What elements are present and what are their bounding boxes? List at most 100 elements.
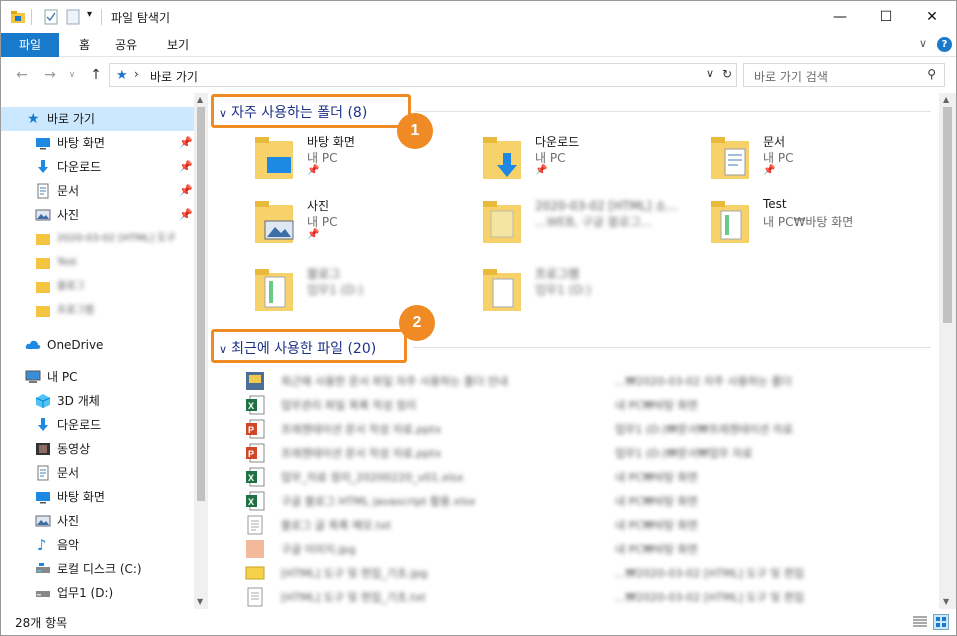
file-name: [HTML] 도구 및 편집_기초.jpg (281, 567, 428, 580)
nav-item-desktop[interactable]: 바탕 화면 📌 (1, 131, 194, 155)
tab-view[interactable]: 보기 (151, 33, 205, 57)
tab-share[interactable]: 공유 (99, 33, 153, 57)
nav-scrollbar-thumb[interactable] (197, 107, 205, 501)
collapse-chevron-icon[interactable]: ∨ (219, 107, 227, 120)
pin-icon[interactable]: 📌 (307, 165, 319, 176)
forward-button[interactable]: → (39, 65, 61, 85)
chevron-right-icon[interactable]: › (134, 67, 139, 81)
nav-item-recent-folder[interactable]: 프로그램 (1, 299, 194, 323)
nav-item-downloads[interactable]: 다운로드 📌 (1, 155, 194, 179)
recent-file-row[interactable]: X 구글 블로그 HTML javascript 활용.xlsx 내 PC₩바탕… (245, 489, 935, 513)
search-placeholder[interactable]: 바로 가기 검색 (754, 68, 828, 85)
nav-item-drive-d[interactable]: 업무1 (D:) (1, 581, 194, 605)
nav-item-videos[interactable]: 동영상 (1, 437, 194, 461)
properties-icon[interactable] (43, 9, 59, 25)
folder-tile[interactable]: 바탕 화면 내 PC 📌 (255, 133, 475, 193)
nav-item-music[interactable]: ♪ 음악 (1, 533, 194, 557)
recent-file-row[interactable]: P 프레젠테이션 문서 작성 자료.pptx 업무1 (D:)₩문서₩업무 자료 (245, 441, 935, 465)
folder-tile[interactable]: 2020-03-02 [HTML] 소... ...WEB, 구글 블로그... (483, 197, 703, 257)
recent-file-row[interactable]: 구글 이미지.jpg 내 PC₩바탕 화면 (245, 537, 935, 561)
nav-label: 로컬 디스크 (C:) (57, 562, 142, 576)
pin-icon[interactable]: 📌 (179, 155, 193, 179)
file-name: 최근에 사용한 문서 파일 자주 사용하는 폴더 안내 (281, 375, 508, 388)
up-button[interactable]: ↑ (85, 65, 107, 85)
recent-file-row[interactable]: 블로그 글 목록 메모.txt 내 PC₩바탕 화면 (245, 513, 935, 537)
folder-name: 다운로드 (535, 135, 580, 149)
collapse-chevron-icon[interactable]: ∨ (219, 343, 227, 356)
nav-item-this-pc[interactable]: 내 PC (1, 365, 194, 389)
large-icons-view-icon[interactable] (933, 614, 949, 630)
folder-icon (36, 258, 50, 269)
group-header-frequent[interactable]: ∨ 자주 사용하는 폴더 (8) (219, 102, 367, 122)
svg-text:X: X (248, 497, 254, 507)
nav-item-recent-folder[interactable]: 2020-03-02 [HTML] 도구 (1, 227, 194, 251)
nav-item-desktop-pc[interactable]: 바탕 화면 (1, 485, 194, 509)
pin-icon[interactable]: 📌 (179, 131, 193, 155)
excel-file-icon: X (246, 467, 265, 487)
recent-file-row[interactable]: [HTML] 도구 및 편집_기초.txt ...₩2020-03-02 [HT… (245, 585, 935, 609)
recent-file-row[interactable]: X 업무_자료 정리_20200220_v01.xlsx 내 PC₩바탕 화면 (245, 465, 935, 489)
folder-tile[interactable]: 사진 내 PC 📌 (255, 197, 475, 257)
maximize-button[interactable]: ☐ (863, 1, 909, 32)
nav-item-pictures-pc[interactable]: 사진 (1, 509, 194, 533)
quick-access-toolbar-dropdown-icon[interactable]: ▾ (87, 9, 92, 20)
group-title: 최근에 사용한 파일 (20) (231, 341, 377, 357)
scroll-down-icon[interactable]: ▼ (197, 597, 203, 606)
pin-icon[interactable]: 📌 (535, 165, 547, 176)
scroll-down-icon[interactable]: ▼ (943, 597, 949, 606)
recent-file-row[interactable]: [HTML] 도구 및 편집_기초.jpg ...₩2020-03-02 [HT… (245, 561, 935, 585)
folder-location: 업무1 (D:) (535, 283, 592, 297)
close-button[interactable]: ✕ (909, 1, 955, 32)
address-row: ← → ∨ ↑ ★ › 바로 가기 ∨ ↻ 바로 가기 검색 ⚲ (1, 57, 956, 93)
expand-ribbon-icon[interactable]: ∨ (919, 37, 927, 50)
recent-file-row[interactable]: P 프레젠테이션 문서 작성 자료.pptx 업무1 (D:)₩문서₩프레젠테이… (245, 417, 935, 441)
nav-item-onedrive[interactable]: OneDrive (1, 333, 194, 357)
minimize-button[interactable]: — (817, 1, 863, 32)
help-icon[interactable]: ? (937, 37, 952, 52)
pin-icon[interactable]: 📌 (763, 165, 775, 176)
folder-tile[interactable]: 블로그 업무1 (D:) (255, 265, 475, 325)
scroll-up-icon[interactable]: ▲ (197, 95, 203, 104)
pin-icon[interactable]: 📌 (307, 229, 319, 240)
search-icon[interactable]: ⚲ (927, 67, 936, 81)
nav-label: 사진 (57, 514, 80, 528)
nav-item-3d-objects[interactable]: 3D 개체 (1, 389, 194, 413)
refresh-icon[interactable]: ↻ (722, 67, 732, 81)
title-bar: ▾ 파일 탐색기 — ☐ ✕ (1, 1, 956, 33)
folder-tile[interactable]: 다운로드 내 PC 📌 (483, 133, 703, 193)
nav-item-downloads-pc[interactable]: 다운로드 (1, 413, 194, 437)
folder-tile[interactable]: Test 내 PC₩바탕 화면 (711, 197, 931, 257)
address-path[interactable]: 바로 가기 (150, 68, 198, 85)
folder-tile[interactable]: 문서 내 PC 📌 (711, 133, 931, 193)
folder-name: 블로그 (307, 267, 341, 281)
back-button[interactable]: ← (11, 65, 33, 85)
nav-label: 내 PC (47, 370, 78, 384)
nav-item-quick-access[interactable]: ★ 바로 가기 (1, 107, 194, 131)
new-folder-icon[interactable] (65, 9, 81, 25)
content-scrollbar-thumb[interactable] (943, 107, 952, 323)
folder-tile[interactable]: 프로그램 업무1 (D:) (483, 265, 703, 325)
details-view-icon[interactable] (913, 616, 927, 628)
folder-icon (483, 201, 521, 243)
nav-item-recent-folder[interactable]: 블로그 (1, 275, 194, 299)
scroll-up-icon[interactable]: ▲ (943, 95, 949, 104)
nav-item-documents-pc[interactable]: 문서 (1, 461, 194, 485)
search-box[interactable]: 바로 가기 검색 ⚲ (743, 63, 945, 87)
nav-item-documents[interactable]: 문서 📌 (1, 179, 194, 203)
pin-icon[interactable]: 📌 (179, 203, 193, 227)
tab-file[interactable]: 파일 (1, 33, 59, 57)
nav-label: Test (57, 257, 77, 268)
recent-locations-icon[interactable]: ∨ (61, 65, 83, 85)
recent-file-row[interactable]: X 업무관리 파일 목록 작성 정리 내 PC₩바탕 화면 (245, 393, 935, 417)
recent-file-row[interactable]: 최근에 사용한 문서 파일 자주 사용하는 폴더 안내 ...₩2020-03-… (245, 369, 935, 393)
chevron-down-icon[interactable]: ∨ (706, 67, 714, 80)
address-bar[interactable]: ★ › 바로 가기 ∨ ↻ (109, 63, 737, 87)
nav-item-pictures[interactable]: 사진 📌 (1, 203, 194, 227)
nav-item-recent-folder[interactable]: Test (1, 251, 194, 275)
content-scrollbar[interactable]: ▲ ▼ (939, 93, 956, 609)
nav-item-drive-c[interactable]: 로컬 디스크 (C:) (1, 557, 194, 581)
group-header-recent[interactable]: ∨ 최근에 사용한 파일 (20) (219, 338, 376, 358)
nav-scrollbar[interactable]: ▲ ▼ (194, 93, 208, 609)
pin-icon[interactable]: 📌 (179, 179, 193, 203)
3d-objects-icon (35, 394, 51, 408)
